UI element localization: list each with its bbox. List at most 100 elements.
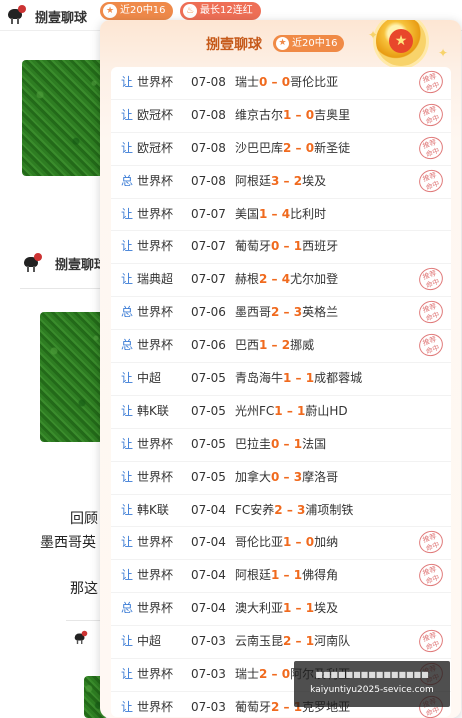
match-row[interactable]: 让瑞典超 07-07 赫根2 – 4尤尔加登 推荐 命中 bbox=[111, 264, 451, 298]
article-text: 那这 bbox=[70, 581, 98, 597]
away-team: 埃及 bbox=[314, 601, 339, 616]
bet-type-label: 总 bbox=[121, 305, 134, 320]
match-row[interactable]: 让世界杯 07-04 哥伦比亚1 – 0加纳 推荐 命中 bbox=[111, 527, 451, 561]
score-separator: – bbox=[279, 568, 294, 583]
match-row[interactable]: 让世界杯 07-08 瑞士0 – 0哥伦比亚 推荐 命中 bbox=[111, 67, 451, 100]
bet-type-label: 让 bbox=[121, 568, 134, 583]
match-row[interactable]: 让韩K联 07-04 FC安养2 – 3浦项制铁 bbox=[111, 495, 451, 528]
match-row[interactable]: 让世界杯 07-05 加拿大0 – 3摩洛哥 bbox=[111, 462, 451, 495]
hit-stamp-icon: 推荐 命中 bbox=[415, 297, 447, 327]
away-score: 1 bbox=[293, 436, 303, 451]
match-result: 澳大利亚1 – 1埃及 bbox=[235, 593, 338, 625]
away-team: 挪威 bbox=[290, 338, 315, 353]
score-separator: – bbox=[267, 206, 282, 221]
match-result: 葡萄牙0 – 1西班牙 bbox=[235, 231, 338, 263]
recent-record-badge: ★ 近20中16 bbox=[100, 2, 174, 20]
rooster-avatar-icon[interactable] bbox=[6, 3, 28, 25]
score-separator: – bbox=[282, 403, 298, 418]
bet-type-label: 让 bbox=[121, 634, 134, 649]
bet-type-label: 让 bbox=[121, 699, 134, 714]
bet-type-label: 让 bbox=[121, 140, 134, 155]
away-score: 4 bbox=[281, 272, 291, 287]
away-score: 0 bbox=[305, 535, 315, 550]
match-result: 瑞士0 – 0哥伦比亚 bbox=[235, 67, 338, 99]
divider bbox=[20, 288, 100, 289]
league-name: 中超 bbox=[137, 371, 162, 386]
match-date: 07-03 bbox=[191, 634, 226, 649]
star-icon: ★ bbox=[276, 37, 289, 50]
match-row[interactable]: 让韩K联 07-05 光州FC1 – 1蔚山HD bbox=[111, 396, 451, 429]
score-separator: – bbox=[291, 371, 306, 386]
home-team: 瑞士 bbox=[235, 75, 260, 89]
score-separator: – bbox=[279, 173, 294, 188]
league-name: 韩K联 bbox=[137, 403, 169, 418]
match-result: 维京古尔1 – 0吉奥里 bbox=[235, 100, 350, 132]
away-team: 法国 bbox=[302, 436, 327, 451]
league-name: 世界杯 bbox=[137, 667, 174, 682]
match-date: 07-05 bbox=[191, 403, 226, 418]
article-image[interactable] bbox=[22, 60, 112, 176]
away-score: 4 bbox=[281, 206, 291, 221]
sparkle-icon: ✦ bbox=[438, 46, 449, 60]
hit-stamp-icon: 推荐 命中 bbox=[415, 528, 447, 557]
home-team: 沙巴巴库 bbox=[235, 140, 284, 155]
league-name: 世界杯 bbox=[137, 173, 174, 188]
league-name: 韩K联 bbox=[137, 502, 169, 517]
away-score: 1 bbox=[293, 568, 303, 583]
match-row[interactable]: 让世界杯 07-04 阿根廷1 – 1佛得角 推荐 命中 bbox=[111, 560, 451, 594]
match-row[interactable]: 让世界杯 07-07 美国1 – 4比利时 bbox=[111, 199, 451, 232]
league-name: 瑞典超 bbox=[137, 272, 174, 287]
away-score: 3 bbox=[293, 469, 303, 484]
score-separator: – bbox=[282, 502, 298, 517]
away-team: 浦项制铁 bbox=[305, 502, 354, 517]
match-result: 巴西1 – 2挪威 bbox=[235, 330, 314, 362]
match-result: 巴拉圭0 – 1法国 bbox=[235, 429, 326, 461]
popup-record-badge: ★ 近20中16 bbox=[273, 35, 345, 52]
away-team: 比利时 bbox=[290, 206, 327, 221]
record-popup: 捌壹聊球 ★ 近20中16 ★ ✦ ✦ 让世界杯 07-08 瑞士0 – 0哥伦比亚推… bbox=[100, 20, 461, 718]
match-result: 光州FC1 – 1蔚山HD bbox=[235, 396, 348, 428]
match-row[interactable]: 让中超 07-05 青岛海牛1 – 1成都蓉城 bbox=[111, 363, 451, 396]
away-team: 尤尔加登 bbox=[290, 272, 339, 287]
match-row[interactable]: 总世界杯 07-08 阿根廷3 – 2埃及 推荐 命中 bbox=[111, 166, 451, 199]
match-date: 07-03 bbox=[191, 699, 226, 714]
watermark-line1: ■■■■■■■■■■■■■■■ bbox=[315, 670, 429, 679]
watermark-url: kaiyuntiyu2025-sevice.com bbox=[310, 685, 434, 695]
match-row[interactable]: 让欧冠杯 07-08 维京古尔1 – 0吉奥里 推荐 命中 bbox=[111, 100, 451, 133]
league-name: 世界杯 bbox=[137, 601, 174, 616]
hit-stamp-icon: 推荐 命中 bbox=[415, 560, 447, 590]
longest-streak-badge: ♨ 最长12连红 bbox=[180, 2, 261, 20]
home-team: 阿根廷 bbox=[235, 173, 272, 188]
away-team: 加纳 bbox=[314, 535, 339, 550]
league-name: 世界杯 bbox=[137, 305, 174, 320]
match-result: 沙巴巴库2 – 0新圣徒 bbox=[235, 133, 350, 165]
away-team: 佛得角 bbox=[302, 568, 339, 583]
author-name[interactable]: 捌壹聊球 bbox=[35, 7, 87, 26]
bet-type-label: 让 bbox=[121, 239, 134, 254]
match-row[interactable]: 让世界杯 07-05 巴拉圭0 – 1法国 bbox=[111, 429, 451, 462]
rooster-avatar-icon bbox=[73, 629, 88, 644]
away-score: 3 bbox=[293, 305, 303, 320]
hit-stamp-icon: 推荐 命中 bbox=[415, 67, 447, 97]
match-row[interactable]: 总世界杯 07-06 巴西1 – 2挪威 推荐 命中 bbox=[111, 330, 451, 364]
match-row[interactable]: 让欧冠杯 07-08 沙巴巴库2 – 0新圣徒 推荐 命中 bbox=[111, 133, 451, 166]
match-result: 美国1 – 4比利时 bbox=[235, 199, 326, 231]
away-team: 西班牙 bbox=[302, 239, 339, 254]
match-row[interactable]: 总世界杯 07-06 墨西哥2 – 3英格兰 推荐 命中 bbox=[111, 297, 451, 331]
match-row[interactable]: 总世界杯 07-04 澳大利亚1 – 1埃及 bbox=[111, 593, 451, 627]
away-team: 英格兰 bbox=[302, 305, 339, 320]
rooster-avatar-icon[interactable] bbox=[22, 251, 44, 273]
away-team: 摩洛哥 bbox=[302, 469, 339, 484]
score-separator: – bbox=[267, 667, 282, 682]
article-text: 墨西哥英 bbox=[40, 535, 96, 551]
league-name: 欧冠杯 bbox=[137, 140, 174, 155]
match-row[interactable]: 让世界杯 07-07 葡萄牙0 – 1西班牙 bbox=[111, 231, 451, 265]
article-text: 回顾 bbox=[70, 511, 98, 527]
score-separator: – bbox=[279, 239, 294, 254]
league-name: 世界杯 bbox=[137, 699, 174, 714]
league-name: 世界杯 bbox=[137, 535, 174, 550]
match-row[interactable]: 让中超 07-03 云南玉昆2 – 1河南队 推荐 命中 bbox=[111, 626, 451, 660]
hit-stamp-icon: 推荐 命中 bbox=[415, 626, 447, 656]
league-name: 世界杯 bbox=[137, 436, 174, 451]
match-result: 赫根2 – 4尤尔加登 bbox=[235, 264, 338, 296]
